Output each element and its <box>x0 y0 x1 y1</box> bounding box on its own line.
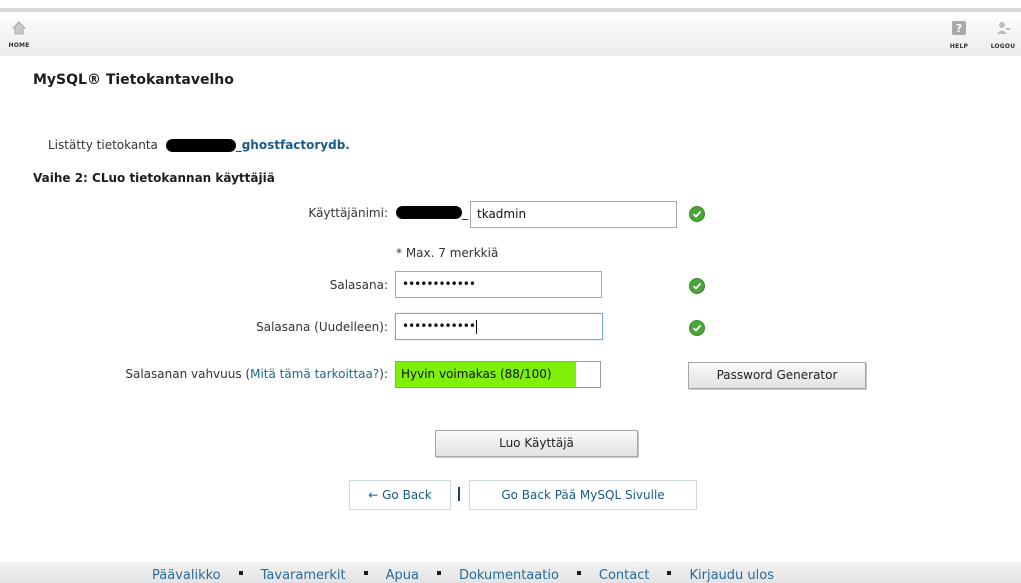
username-valid-icon <box>689 206 705 222</box>
strength-label: Salasanan vahvuus (Mitä tämä tarkoittaa?… <box>40 367 388 381</box>
listed-prefix: Listätty tietokanta <box>48 138 158 152</box>
footer-link[interactable]: Kirjaudu ulos <box>689 568 774 583</box>
redacted-username-prefix <box>396 206 462 219</box>
footer-bullet <box>363 570 368 575</box>
password-label: Salasana: <box>329 278 388 292</box>
strength-label-end: ): <box>379 367 388 381</box>
go-back-main-button[interactable]: Go Back Pää MySQL Sivulle <box>469 480 697 510</box>
username-hint: * Max. 7 merkkiä <box>396 246 499 260</box>
password-repeat-value: •••••••••••• <box>402 319 476 333</box>
footer-bullet <box>436 570 441 575</box>
help-label: HELP <box>949 43 969 50</box>
help-button[interactable]: ? HELP <box>948 20 970 50</box>
database-name: _ghostfactorydb. <box>235 138 350 152</box>
footer-link[interactable]: Tavaramerkit <box>261 568 346 583</box>
footer-link[interactable]: Contact <box>599 568 650 583</box>
username-value: tkadmin <box>477 207 527 221</box>
password-strength-meter: Hyvin voimakas (88/100) <box>395 361 601 388</box>
strength-text: Hyvin voimakas (88/100) <box>401 367 552 381</box>
redacted-db-prefix <box>165 139 236 152</box>
top-toolbar: HOME ? HELP LOGOU <box>0 0 1021 58</box>
logout-button[interactable]: LOGOU <box>985 20 1021 50</box>
create-user-button[interactable]: Luo Käyttäjä <box>435 430 638 457</box>
password-value: •••••••••••• <box>402 277 476 291</box>
home-button[interactable]: HOME <box>8 20 30 49</box>
password-valid-icon <box>689 278 705 294</box>
logout-icon <box>985 20 1021 40</box>
footer-link[interactable]: Dokumentaatio <box>459 568 559 583</box>
username-prefix-underscore: _ <box>462 206 468 220</box>
page-title: MySQL® Tietokantavelho <box>33 72 234 88</box>
text-caret <box>475 319 477 334</box>
footer-links: Päävalikko Tavaramerkit Apua Dokumentaatio C… <box>152 568 774 583</box>
listed-database-message: Listätty tietokanta _ghostfactorydb. <box>48 138 350 152</box>
home-icon <box>8 20 30 39</box>
footer-bullet <box>238 570 243 575</box>
strength-label-text: Salasanan vahvuus ( <box>125 367 251 381</box>
footer-bullet <box>576 570 581 575</box>
password-repeat-input[interactable]: •••••••••••• <box>395 313 603 340</box>
svg-text:?: ? <box>956 22 962 35</box>
password-repeat-label: Salasana (Uudelleen): <box>256 320 388 334</box>
logout-label: LOGOU <box>990 43 1016 50</box>
nav-separator <box>458 487 460 501</box>
footer-link[interactable]: Apua <box>386 568 419 583</box>
footer-bullet <box>667 570 672 575</box>
go-back-button[interactable]: ← Go Back <box>349 480 451 510</box>
toolbar-band <box>0 18 1021 56</box>
help-icon: ? <box>948 20 970 40</box>
footer-link[interactable]: Päävalikko <box>152 568 221 583</box>
password-repeat-valid-icon <box>689 320 705 336</box>
strength-help-link[interactable]: Mitä tämä tarkoittaa? <box>250 367 379 381</box>
home-label: HOME <box>8 42 30 49</box>
password-input[interactable]: •••••••••••• <box>395 271 602 298</box>
password-generator-button[interactable]: Password Generator <box>688 362 866 389</box>
top-strip <box>0 8 1021 12</box>
step-title: Vaihe 2: CLuo tietokannan käyttäjiä <box>33 171 275 185</box>
username-label: Käyttäjänimi: <box>308 206 388 220</box>
username-input[interactable]: tkadmin <box>470 201 677 228</box>
